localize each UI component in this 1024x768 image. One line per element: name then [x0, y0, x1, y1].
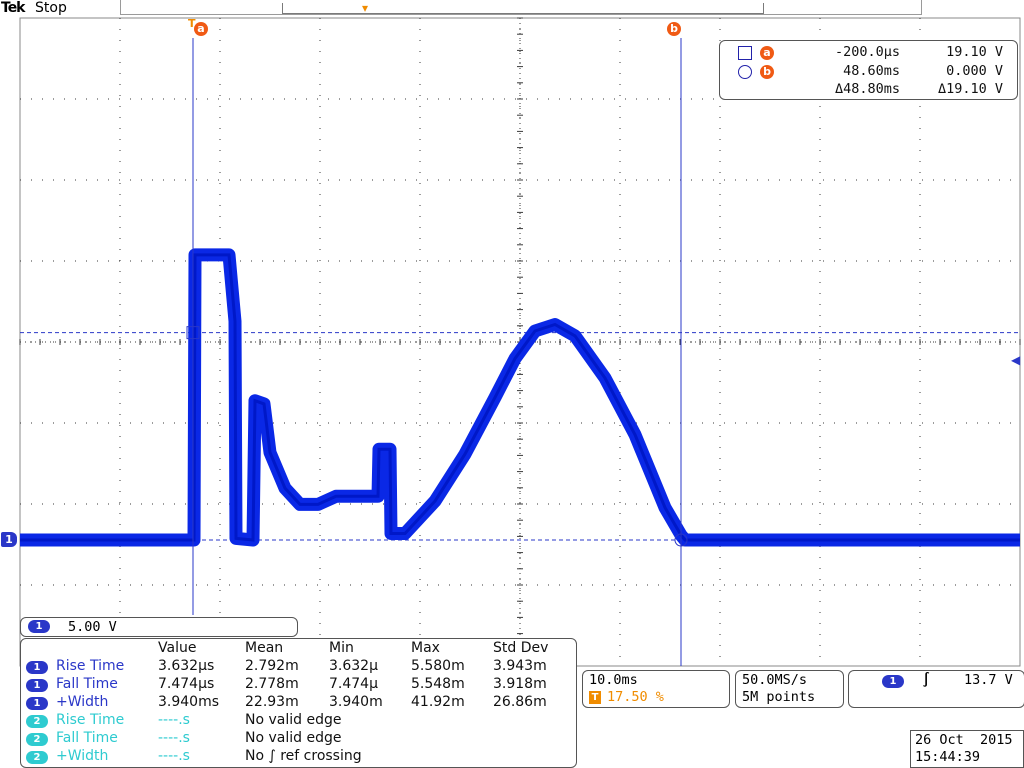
- trigger-source-badge: 1: [882, 675, 904, 688]
- channel-badge: 2: [26, 733, 48, 746]
- meas-row[interactable]: 2 +Width ----.s No ∫ ref crossing: [21, 748, 576, 766]
- meas-value: ----.s: [158, 730, 190, 746]
- time-cursors[interactable]: [192, 38, 682, 666]
- rising-edge-icon: ∫: [922, 672, 931, 688]
- waveform-trace: [20, 248, 1020, 547]
- channel-badge: 1: [28, 620, 50, 633]
- meas-header-stddev: Std Dev: [493, 640, 549, 656]
- meas-row[interactable]: 1 Fall Time 7.474µs 2.778m 7.474µ 5.548m 3.918…: [21, 676, 576, 694]
- cursor-b-badge: b: [667, 22, 681, 36]
- meas-std: 26.86m: [493, 694, 547, 710]
- horizontal-readout[interactable]: 10.0ms T 17.50 %: [582, 670, 730, 708]
- meas-mean: 2.778m: [245, 676, 299, 692]
- meas-min: 7.474µ: [329, 676, 378, 692]
- meas-row[interactable]: 2 Fall Time ----.s No valid edge: [21, 730, 576, 748]
- sample-rate: 50.0MS/s: [742, 672, 808, 688]
- meas-mean: 22.93m: [245, 694, 299, 710]
- channel1-ground-marker[interactable]: 1: [1, 532, 17, 547]
- meas-max: 41.92m: [411, 694, 465, 710]
- cursor-a-row: a -200.0µs 19.10 V: [720, 43, 1017, 62]
- cursor-readout-panel: a -200.0µs 19.10 V b 48.60ms 0.000 V Δ48…: [719, 40, 1018, 100]
- time: 15:44:39: [915, 749, 981, 765]
- meas-header-mean: Mean: [245, 640, 284, 656]
- date-time-readout: 26 Oct 2015 15:44:39: [910, 730, 1024, 768]
- meas-value: 7.474µs: [158, 676, 215, 692]
- meas-max: 5.580m: [411, 658, 465, 674]
- cursor-b-time: 48.60ms: [843, 63, 900, 79]
- trigger-position-percent: 17.50 %: [607, 689, 664, 705]
- meas-min: 3.632µ: [329, 658, 378, 674]
- meas-mean: 2.792m: [245, 658, 299, 674]
- meas-min: 3.940m: [329, 694, 383, 710]
- vertical-scale-value: 5.00 V: [68, 619, 117, 635]
- meas-value: ----.s: [158, 748, 190, 764]
- meas-header-max: Max: [411, 640, 440, 656]
- cursor-delta-row: Δ48.80ms Δ19.10 V: [720, 81, 1017, 100]
- channel-badge: 1: [26, 661, 48, 674]
- meas-header-value: Value: [158, 640, 197, 656]
- meas-mean: No valid edge: [245, 712, 342, 728]
- square-symbol-icon: [738, 46, 752, 60]
- cursor-a-value: 19.10 V: [946, 44, 1003, 60]
- channel1-waveform: [20, 248, 1020, 547]
- trigger-readout[interactable]: 1 ∫ 13.7 V: [848, 670, 1024, 708]
- cursor-delta-time: Δ48.80ms: [834, 81, 900, 97]
- meas-row[interactable]: 1 +Width 3.940ms 22.93m 3.940m 41.92m 26.86m: [21, 694, 576, 712]
- date: 26 Oct 2015: [915, 732, 1013, 748]
- trigger-position-icon: T: [589, 691, 601, 704]
- channel-badge: 1: [26, 697, 48, 710]
- trigger-level: 13.7 V: [964, 672, 1013, 688]
- cursor-a-badge: a: [194, 22, 208, 36]
- meas-label: +Width: [56, 748, 109, 764]
- meas-mean: No valid edge: [245, 730, 342, 746]
- meas-std: 3.918m: [493, 676, 547, 692]
- meas-label: +Width: [56, 694, 109, 710]
- record-length: 5M points: [742, 689, 816, 705]
- trigger-t-icon: T: [188, 17, 196, 30]
- circle-symbol-icon: [738, 65, 752, 79]
- channel-badge: 2: [26, 751, 48, 764]
- cursor-delta-value: Δ19.10 V: [937, 81, 1003, 97]
- meas-label: Rise Time: [56, 712, 125, 728]
- meas-value: ----.s: [158, 712, 190, 728]
- cursor-b-row: b 48.60ms 0.000 V: [720, 62, 1017, 81]
- meas-row[interactable]: 1 Rise Time 3.632µs 2.792m 3.632µ 5.580m 3.943…: [21, 658, 576, 676]
- meas-label: Rise Time: [56, 658, 125, 674]
- acquisition-readout[interactable]: 50.0MS/s 5M points: [735, 670, 844, 708]
- meas-row[interactable]: 2 Rise Time ----.s No valid edge: [21, 712, 576, 730]
- trigger-level-arrow-icon[interactable]: ◀: [1011, 353, 1023, 367]
- channel-badge: 1: [26, 679, 48, 692]
- meas-value: 3.632µs: [158, 658, 215, 674]
- meas-mean: No ∫ ref crossing: [245, 748, 362, 764]
- channel-badge: 2: [26, 715, 48, 728]
- cursor-b-value: 0.000 V: [946, 63, 1003, 79]
- meas-header-min: Min: [329, 640, 354, 656]
- meas-max: 5.548m: [411, 676, 465, 692]
- meas-std: 3.943m: [493, 658, 547, 674]
- cursor-a-time: -200.0µs: [834, 44, 900, 60]
- measurements-table: Value Mean Min Max Std Dev 1 Rise Time 3.6…: [20, 638, 577, 768]
- meas-value: 3.940ms: [158, 694, 220, 710]
- meas-label: Fall Time: [56, 676, 118, 692]
- waveform-trace-core: [20, 253, 1020, 542]
- meas-label: Fall Time: [56, 730, 118, 746]
- timebase-scale: 10.0ms: [589, 672, 638, 688]
- vertical-scale-readout[interactable]: 1 5.00 V: [20, 617, 298, 637]
